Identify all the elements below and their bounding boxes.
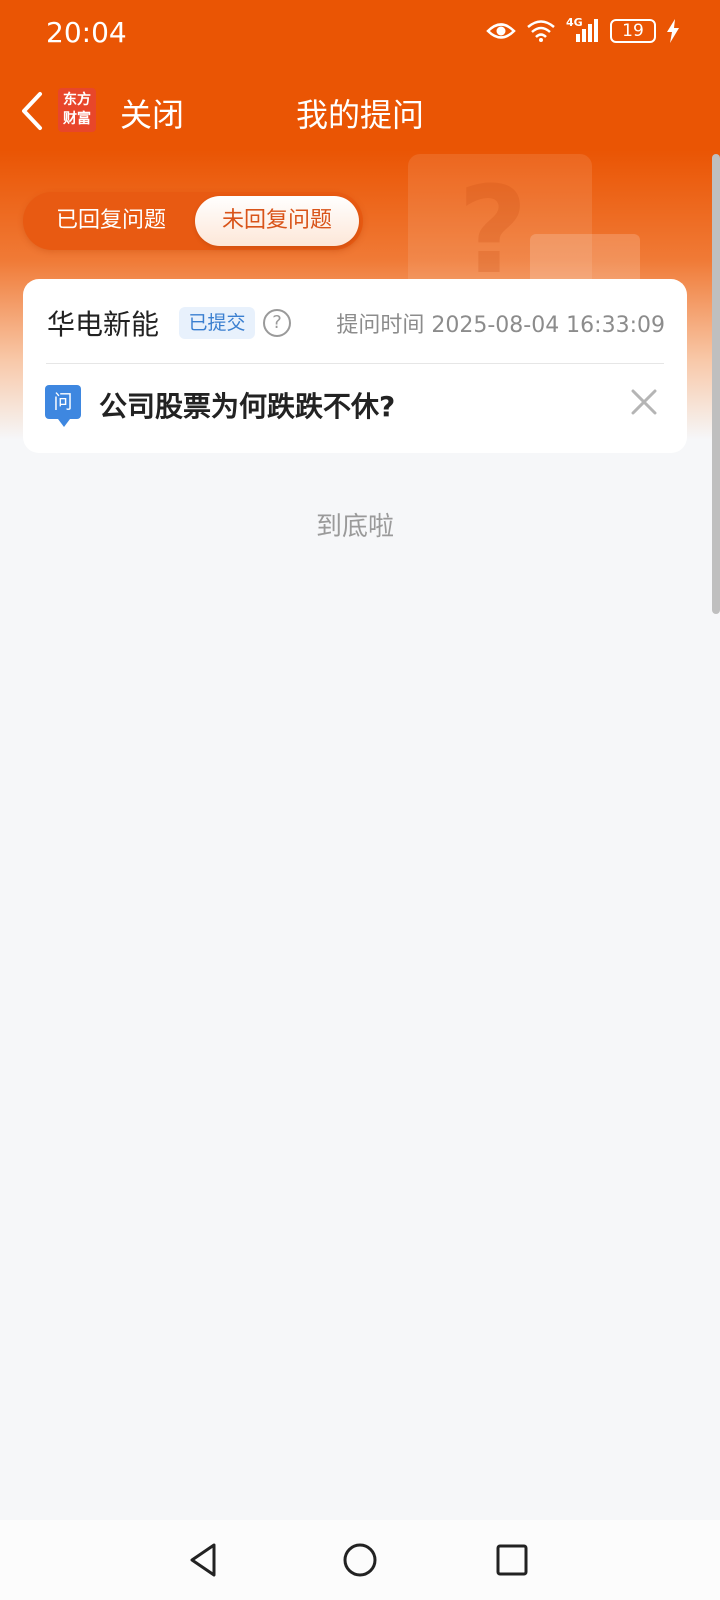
status-badge: 已提交 (179, 307, 255, 339)
company-name: 华电新能 (47, 308, 160, 341)
help-icon[interactable]: ? (263, 309, 291, 337)
status-icons: 4G 19 (486, 16, 680, 44)
question-icon: 问 (45, 385, 81, 427)
battery-icon: 19 (610, 19, 656, 43)
charging-icon (667, 19, 679, 43)
nav-home-icon[interactable] (340, 1540, 380, 1580)
eye-icon (486, 23, 516, 39)
status-bar: 20:04 4G 19 (0, 0, 720, 64)
page-title: 我的提问 (295, 96, 424, 134)
signal-icon: 4G (566, 16, 600, 44)
system-nav-bar (0, 1520, 720, 1600)
question-card[interactable]: 华电新能 已提交 ? 提问时间 2025-08-04 16:33:09 问 公司… (23, 279, 687, 453)
scrollbar[interactable] (712, 154, 720, 614)
tab-unanswered[interactable]: 未回复问题 (195, 196, 359, 246)
close-icon[interactable] (629, 387, 659, 417)
nav-back-icon[interactable] (184, 1540, 224, 1580)
question-text: 公司股票为何跌跌不休? (99, 390, 396, 423)
tab-answered[interactable]: 已回复问题 (27, 196, 195, 246)
status-time: 20:04 (46, 16, 127, 49)
ask-time: 提问时间 2025-08-04 16:33:09 (336, 313, 665, 338)
list-end-text: 到底啦 (315, 512, 394, 542)
nav-recents-icon[interactable] (492, 1540, 532, 1580)
nav-bar: 东方 财富 关闭 我的提问 (0, 70, 720, 150)
question-tabs: 已回复问题 未回复问题 (23, 192, 363, 250)
wifi-icon (527, 20, 555, 42)
divider (46, 363, 664, 364)
